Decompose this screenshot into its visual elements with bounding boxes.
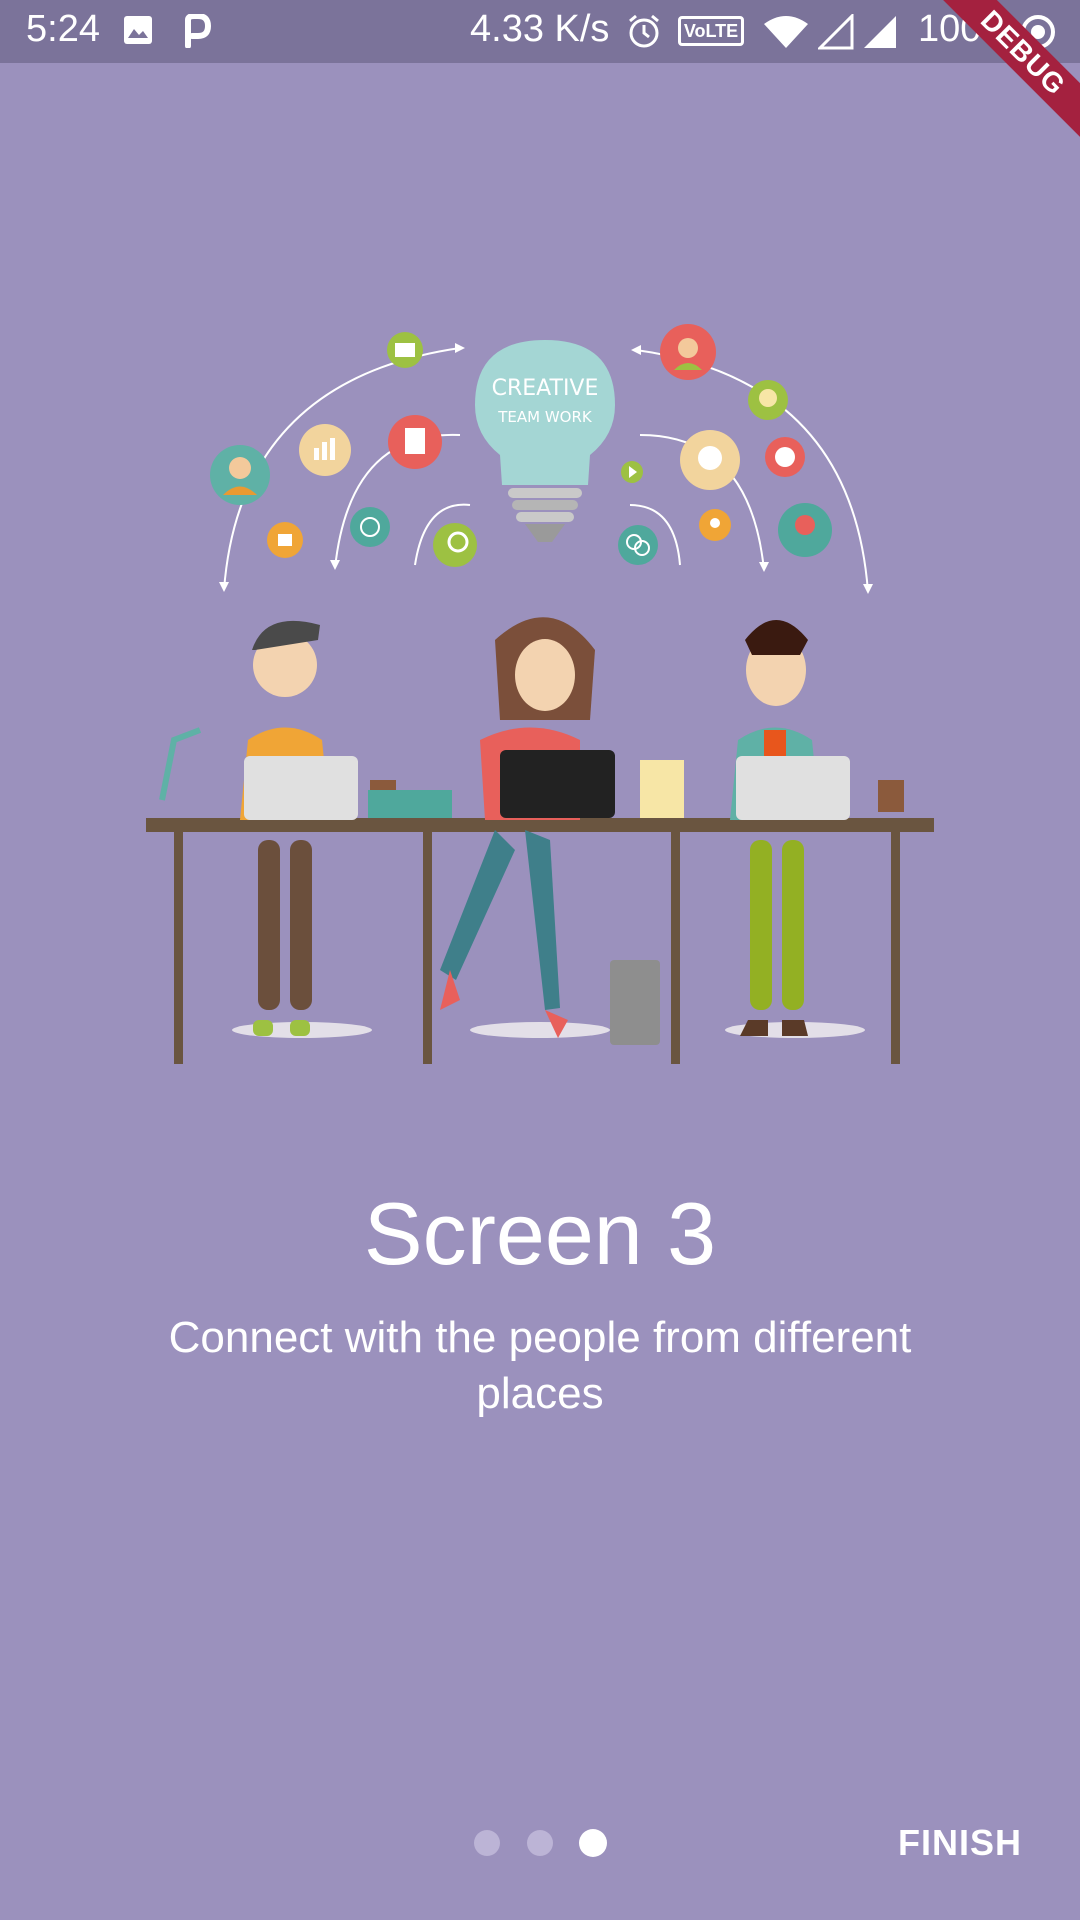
mail-bubble-icon — [387, 332, 423, 368]
debug-banner-label: DEBUG — [940, 0, 1080, 148]
desk-top — [146, 818, 934, 832]
document-bubble-icon — [388, 415, 442, 469]
lightbulb-icon — [475, 340, 615, 542]
cog-bubble-icon — [350, 507, 390, 547]
pie-bubble-icon — [765, 437, 805, 477]
bulb-text-2: TEAM WORK — [497, 408, 593, 426]
chart-bubble-icon — [299, 424, 351, 476]
avatar-bubble-icon — [210, 445, 270, 505]
page-dot-1[interactable] — [474, 1830, 500, 1856]
bulb-text-1: CREATIVE — [492, 376, 599, 401]
signal-icon — [816, 12, 854, 55]
wifi-icon — [762, 14, 810, 55]
signal-icon — [862, 14, 898, 55]
alarm-icon — [626, 13, 662, 54]
page-dot-3[interactable] — [579, 1829, 607, 1857]
like-bubble-icon — [267, 522, 303, 558]
user2-bubble-icon — [748, 380, 788, 420]
play-bubble-icon — [621, 461, 643, 483]
link-bubble-icon — [618, 525, 658, 565]
page-title: Screen 3 — [363, 1184, 717, 1283]
page-description: Connect with the people from different p… — [168, 1313, 912, 1418]
page-dot-2[interactable] — [527, 1830, 553, 1856]
user-bubble-icon — [660, 324, 716, 380]
network-speed: 4.33 K/s — [470, 8, 610, 50]
image-icon — [122, 14, 154, 51]
page-indicator — [470, 1828, 610, 1858]
debug-banner: DEBUG — [940, 0, 1080, 160]
volte-badge: VoLTE — [678, 16, 744, 46]
team-work-illustration: CREATIVE TEAM WORK — [140, 320, 940, 1070]
finish-button[interactable]: FINISH — [898, 1822, 1022, 1864]
status-bar: 5:24 4.33 K/s VoLTE 100% — [0, 0, 1080, 63]
pin-bubble-icon — [699, 509, 731, 541]
status-time: 5:24 — [26, 8, 100, 50]
face-bubble-icon — [680, 430, 740, 490]
p-app-icon — [180, 13, 212, 53]
search-bubble-icon — [433, 523, 477, 567]
woman-bubble-icon — [778, 503, 832, 557]
